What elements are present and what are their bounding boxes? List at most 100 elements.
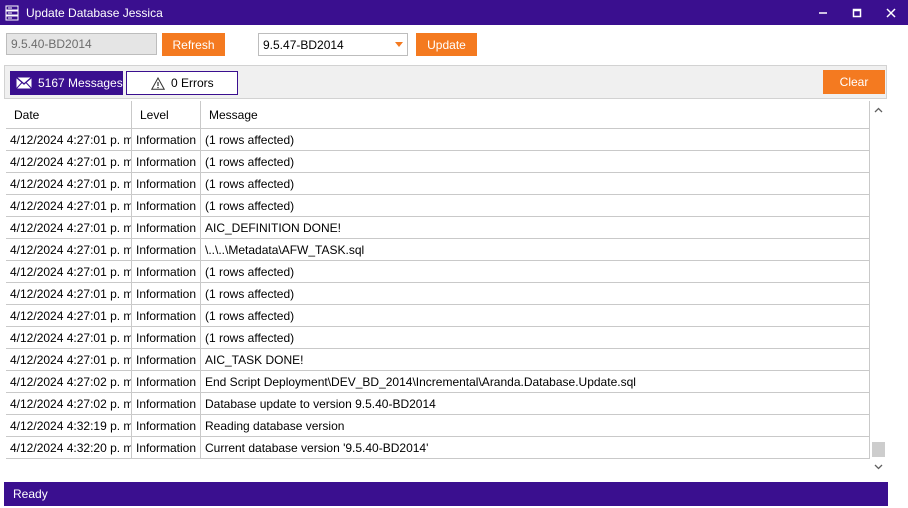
grid-body: 4/12/2024 4:27:01 p. m. Information (1 row… — [6, 129, 870, 459]
cell-date: 4/12/2024 4:27:02 p. m. — [6, 371, 132, 392]
cell-level: Information — [132, 239, 201, 260]
current-version-field: 9.5.40-BD2014 — [6, 33, 157, 55]
cell-level: Information — [132, 393, 201, 414]
close-icon — [886, 7, 896, 18]
close-button[interactable] — [874, 0, 908, 25]
cell-message: (1 rows affected) — [201, 327, 870, 348]
cell-message: (1 rows affected) — [201, 129, 870, 150]
cell-message: (1 rows affected) — [201, 283, 870, 304]
vertical-scrollbar[interactable] — [870, 101, 887, 475]
cell-level: Information — [132, 261, 201, 282]
cell-date: 4/12/2024 4:27:01 p. m. — [6, 327, 132, 348]
envelope-icon — [16, 77, 32, 89]
table-row[interactable]: 4/12/2024 4:27:02 p. m. Information Databa… — [6, 393, 870, 415]
chevron-down-icon[interactable] — [395, 42, 403, 47]
table-row[interactable]: 4/12/2024 4:27:01 p. m. Information (1 row… — [6, 173, 870, 195]
window-controls — [806, 0, 908, 25]
cell-date: 4/12/2024 4:27:02 p. m. — [6, 393, 132, 414]
cell-date: 4/12/2024 4:27:01 p. m. — [6, 239, 132, 260]
refresh-button[interactable]: Refresh — [162, 33, 225, 56]
cell-date: 4/12/2024 4:27:01 p. m. — [6, 217, 132, 238]
minimize-button[interactable] — [806, 0, 840, 25]
cell-message: End Script Deployment\DEV_BD_2014\Increm… — [201, 371, 870, 392]
title-bar: Update Database Jessica — [0, 0, 908, 25]
cell-date: 4/12/2024 4:32:19 p. m. — [6, 415, 132, 436]
cell-date: 4/12/2024 4:27:01 p. m. — [6, 261, 132, 282]
cell-message: (1 rows affected) — [201, 261, 870, 282]
cell-date: 4/12/2024 4:27:01 p. m. — [6, 305, 132, 326]
status-bar: Ready — [4, 482, 888, 506]
cell-message: AIC_DEFINITION DONE! — [201, 217, 870, 238]
cell-level: Information — [132, 415, 201, 436]
column-header-level[interactable]: Level — [132, 101, 201, 128]
cell-message: Database update to version 9.5.40-BD2014 — [201, 393, 870, 414]
table-row[interactable]: 4/12/2024 4:27:01 p. m. Information (1 row… — [6, 151, 870, 173]
table-row[interactable]: 4/12/2024 4:27:01 p. m. Information (1 row… — [6, 129, 870, 151]
cell-level: Information — [132, 349, 201, 370]
cell-level: Information — [132, 283, 201, 304]
cell-level: Information — [132, 129, 201, 150]
target-version-select[interactable]: 9.5.47-BD2014 — [258, 33, 408, 56]
toolbar: 9.5.40-BD2014 Refresh 9.5.47-BD2014 Upda… — [0, 25, 908, 65]
table-row[interactable]: 4/12/2024 4:32:20 p. m. Information Curren… — [6, 437, 870, 459]
table-row[interactable]: 4/12/2024 4:27:01 p. m. Information (1 row… — [6, 305, 870, 327]
cell-level: Information — [132, 173, 201, 194]
scroll-down-button[interactable] — [870, 458, 887, 475]
errors-filter-tab[interactable]: 0 Errors — [126, 71, 238, 95]
cell-level: Information — [132, 327, 201, 348]
maximize-button[interactable] — [840, 0, 874, 25]
column-header-date[interactable]: Date — [6, 101, 132, 128]
cell-message: Current database version '9.5.40-BD2014' — [201, 437, 870, 458]
messages-grid[interactable]: Date Level Message 4/12/2024 4:27:01 p. … — [6, 101, 870, 461]
cell-date: 4/12/2024 4:27:01 p. m. — [6, 173, 132, 194]
table-row[interactable]: 4/12/2024 4:27:01 p. m. Information (1 row… — [6, 327, 870, 349]
cell-level: Information — [132, 305, 201, 326]
scroll-thumb[interactable] — [872, 442, 885, 457]
cell-date: 4/12/2024 4:27:01 p. m. — [6, 283, 132, 304]
table-row[interactable]: 4/12/2024 4:27:01 p. m. Information AIC_TA… — [6, 349, 870, 371]
cell-message: (1 rows affected) — [201, 305, 870, 326]
cell-date: 4/12/2024 4:32:20 p. m. — [6, 437, 132, 458]
window-title: Update Database Jessica — [26, 5, 163, 20]
cell-message: (1 rows affected) — [201, 151, 870, 172]
update-database-window: Update Database Jessica 9.5.40-BD2014 Re… — [0, 0, 908, 508]
cell-message: (1 rows affected) — [201, 195, 870, 216]
database-icon — [5, 5, 19, 20]
table-row[interactable]: 4/12/2024 4:32:19 p. m. Information Readin… — [6, 415, 870, 437]
cell-date: 4/12/2024 4:27:01 p. m. — [6, 349, 132, 370]
table-row[interactable]: 4/12/2024 4:27:01 p. m. Information AIC_DE… — [6, 217, 870, 239]
cell-message: (1 rows affected) — [201, 173, 870, 194]
chevron-down-icon — [874, 464, 883, 469]
cell-message: AIC_TASK DONE! — [201, 349, 870, 370]
grid-header: Date Level Message — [6, 101, 870, 129]
column-header-message[interactable]: Message — [201, 101, 870, 128]
cell-date: 4/12/2024 4:27:01 p. m. — [6, 129, 132, 150]
clear-button[interactable]: Clear — [823, 70, 885, 94]
cell-date: 4/12/2024 4:27:01 p. m. — [6, 151, 132, 172]
messages-count-label: 5167 Messages — [38, 76, 123, 90]
table-row[interactable]: 4/12/2024 4:27:01 p. m. Information (1 row… — [6, 261, 870, 283]
status-text: Ready — [13, 487, 48, 501]
cell-level: Information — [132, 151, 201, 172]
table-row[interactable]: 4/12/2024 4:27:01 p. m. Information (1 row… — [6, 283, 870, 305]
cell-date: 4/12/2024 4:27:01 p. m. — [6, 195, 132, 216]
cell-level: Information — [132, 437, 201, 458]
errors-count-label: 0 Errors — [171, 76, 214, 90]
cell-message: \..\..\Metadata\AFW_TASK.sql — [201, 239, 870, 260]
warning-triangle-icon — [151, 76, 165, 90]
filter-panel: 5167 Messages 0 Errors Clear — [4, 65, 887, 99]
table-row[interactable]: 4/12/2024 4:27:02 p. m. Information End Sc… — [6, 371, 870, 393]
table-row[interactable]: 4/12/2024 4:27:01 p. m. Information (1 row… — [6, 195, 870, 217]
update-button[interactable]: Update — [416, 33, 477, 56]
cell-level: Information — [132, 371, 201, 392]
cell-message: Reading database version — [201, 415, 870, 436]
chevron-up-icon — [874, 107, 883, 112]
target-version-value: 9.5.47-BD2014 — [263, 38, 344, 52]
scroll-up-button[interactable] — [870, 101, 887, 118]
cell-level: Information — [132, 195, 201, 216]
table-row[interactable]: 4/12/2024 4:27:01 p. m. Information \..\..… — [6, 239, 870, 261]
messages-filter-tab[interactable]: 5167 Messages — [10, 71, 123, 95]
minimize-icon — [819, 11, 827, 14]
maximize-icon — [852, 8, 862, 17]
cell-level: Information — [132, 217, 201, 238]
